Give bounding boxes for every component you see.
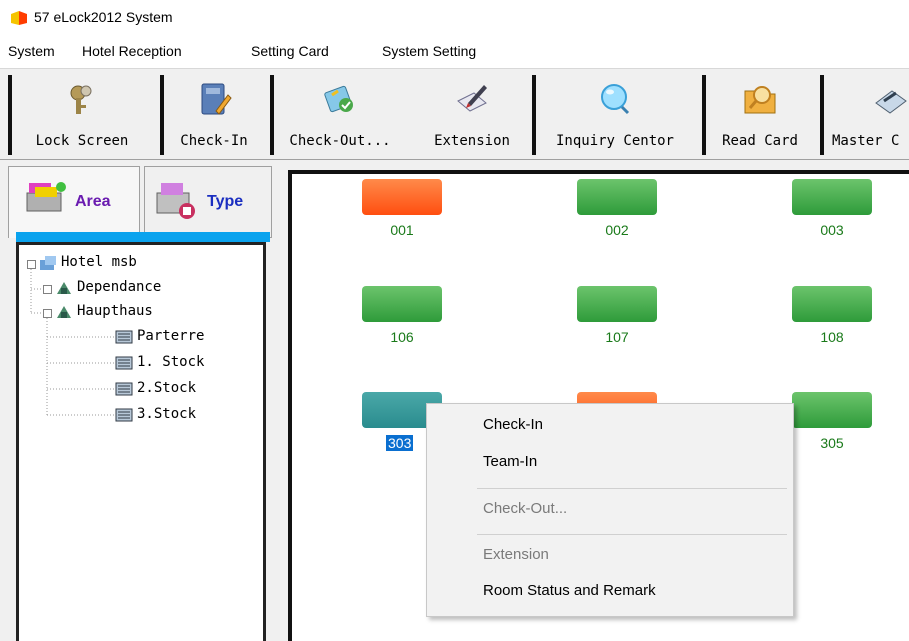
room-tile-107[interactable] xyxy=(577,286,657,322)
context-menu: Check-In Team-In Check-Out... Extension … xyxy=(426,403,794,617)
app-icon xyxy=(11,11,27,25)
menu-system-setting[interactable]: System Setting xyxy=(382,43,476,59)
menu-system[interactable]: System xyxy=(8,43,55,59)
toolbar-separator xyxy=(820,75,824,155)
room-number-108: 108 xyxy=(820,329,844,345)
tree-item-dependance[interactable]: Dependance xyxy=(77,279,161,295)
book-pen-icon xyxy=(201,83,232,115)
expand-icon[interactable] xyxy=(43,285,52,294)
toolbar-separator xyxy=(160,75,164,155)
check-out-button[interactable]: Check-Out... xyxy=(278,71,402,157)
floor-icon xyxy=(115,408,133,422)
lock-screen-button[interactable]: Lock Screen xyxy=(18,71,146,157)
room-tile-106[interactable] xyxy=(362,286,442,322)
keys-icon xyxy=(70,85,92,114)
room-tile-108[interactable] xyxy=(792,286,872,322)
pen-paper-icon xyxy=(457,85,487,112)
room-number-106: 106 xyxy=(390,329,414,345)
collapse-icon[interactable] xyxy=(27,260,36,269)
master-card-label: Master C xyxy=(832,133,900,149)
tab-type[interactable]: Type xyxy=(144,166,272,238)
building-icon xyxy=(57,306,71,318)
building-icon xyxy=(57,282,71,294)
card-check-icon xyxy=(324,85,353,113)
panel-header-strip xyxy=(16,232,270,242)
check-in-label: Check-In xyxy=(180,133,248,149)
menu-bar: System Hotel Reception Setting Card Syst… xyxy=(0,38,909,68)
room-number-003: 003 xyxy=(820,222,844,238)
menu-separator xyxy=(477,534,787,535)
context-menu-check-out: Check-Out... xyxy=(483,500,568,517)
toolbar: Lock Screen Check-In Check-Out... Extens… xyxy=(0,68,909,160)
floor-icon xyxy=(115,330,133,344)
room-tile-003[interactable] xyxy=(792,179,872,215)
toolbar-separator xyxy=(532,75,536,155)
tree-item-1-stock[interactable]: 1. Stock xyxy=(137,354,204,370)
toolbar-separator xyxy=(8,75,12,155)
read-card-label: Read Card xyxy=(722,133,798,149)
context-menu-team-in[interactable]: Team-In xyxy=(483,453,537,470)
menu-hotel-reception[interactable]: Hotel Reception xyxy=(82,43,182,59)
title-bar: 57 eLock2012 System xyxy=(0,0,909,38)
room-tile-001[interactable] xyxy=(362,179,442,215)
room-number-001: 001 xyxy=(390,222,414,238)
context-menu-extension: Extension xyxy=(483,546,549,563)
room-number-002: 002 xyxy=(605,222,629,238)
extension-button[interactable]: Extension xyxy=(420,71,524,157)
check-out-label: Check-Out... xyxy=(289,133,391,149)
menu-separator xyxy=(477,488,787,489)
read-card-button[interactable]: Read Card xyxy=(710,71,810,157)
inquiry-centor-button[interactable]: Inquiry Centor xyxy=(540,71,690,157)
tab-area[interactable]: Area xyxy=(8,166,140,238)
inquiry-centor-label: Inquiry Centor xyxy=(555,133,674,149)
floor-icon xyxy=(115,382,133,396)
type-icon xyxy=(156,183,195,219)
tree-item-haupthaus[interactable]: Haupthaus xyxy=(77,303,153,319)
context-menu-room-status-remark[interactable]: Room Status and Remark xyxy=(483,582,656,599)
floor-icon xyxy=(115,356,133,370)
area-tree[interactable]: Hotel msb Dependance Haupthaus Parterre … xyxy=(16,242,266,641)
master-card-icon xyxy=(875,90,907,114)
tree-item-3-stock[interactable]: 3.Stock xyxy=(137,406,196,422)
tree-item-2-stock[interactable]: 2.Stock xyxy=(137,380,196,396)
hotel-icon xyxy=(40,256,56,270)
room-tile-305[interactable] xyxy=(792,392,872,428)
toolbar-separator xyxy=(702,75,706,155)
context-menu-check-in[interactable]: Check-In xyxy=(483,416,543,433)
room-number-303: 303 xyxy=(386,435,414,451)
tab-type-label: Type xyxy=(207,193,244,210)
toolbar-separator xyxy=(270,75,274,155)
folder-search-icon xyxy=(744,86,776,114)
tree-item-parterre[interactable]: Parterre xyxy=(137,328,204,344)
area-icon xyxy=(26,182,66,212)
window-title: 57 eLock2012 System xyxy=(34,9,173,25)
room-number-305: 305 xyxy=(820,435,844,451)
extension-label: Extension xyxy=(434,133,510,149)
tree-root-label[interactable]: Hotel msb xyxy=(61,254,137,270)
room-tile-002[interactable] xyxy=(577,179,657,215)
tab-area-label: Area xyxy=(75,193,111,210)
master-card-button[interactable]: Master C xyxy=(828,71,909,157)
room-number-107: 107 xyxy=(605,329,629,345)
menu-setting-card[interactable]: Setting Card xyxy=(251,43,329,59)
magnifier-icon xyxy=(601,84,630,115)
check-in-button[interactable]: Check-In xyxy=(168,71,260,157)
collapse-icon[interactable] xyxy=(43,309,52,318)
lock-screen-label: Lock Screen xyxy=(35,133,129,149)
